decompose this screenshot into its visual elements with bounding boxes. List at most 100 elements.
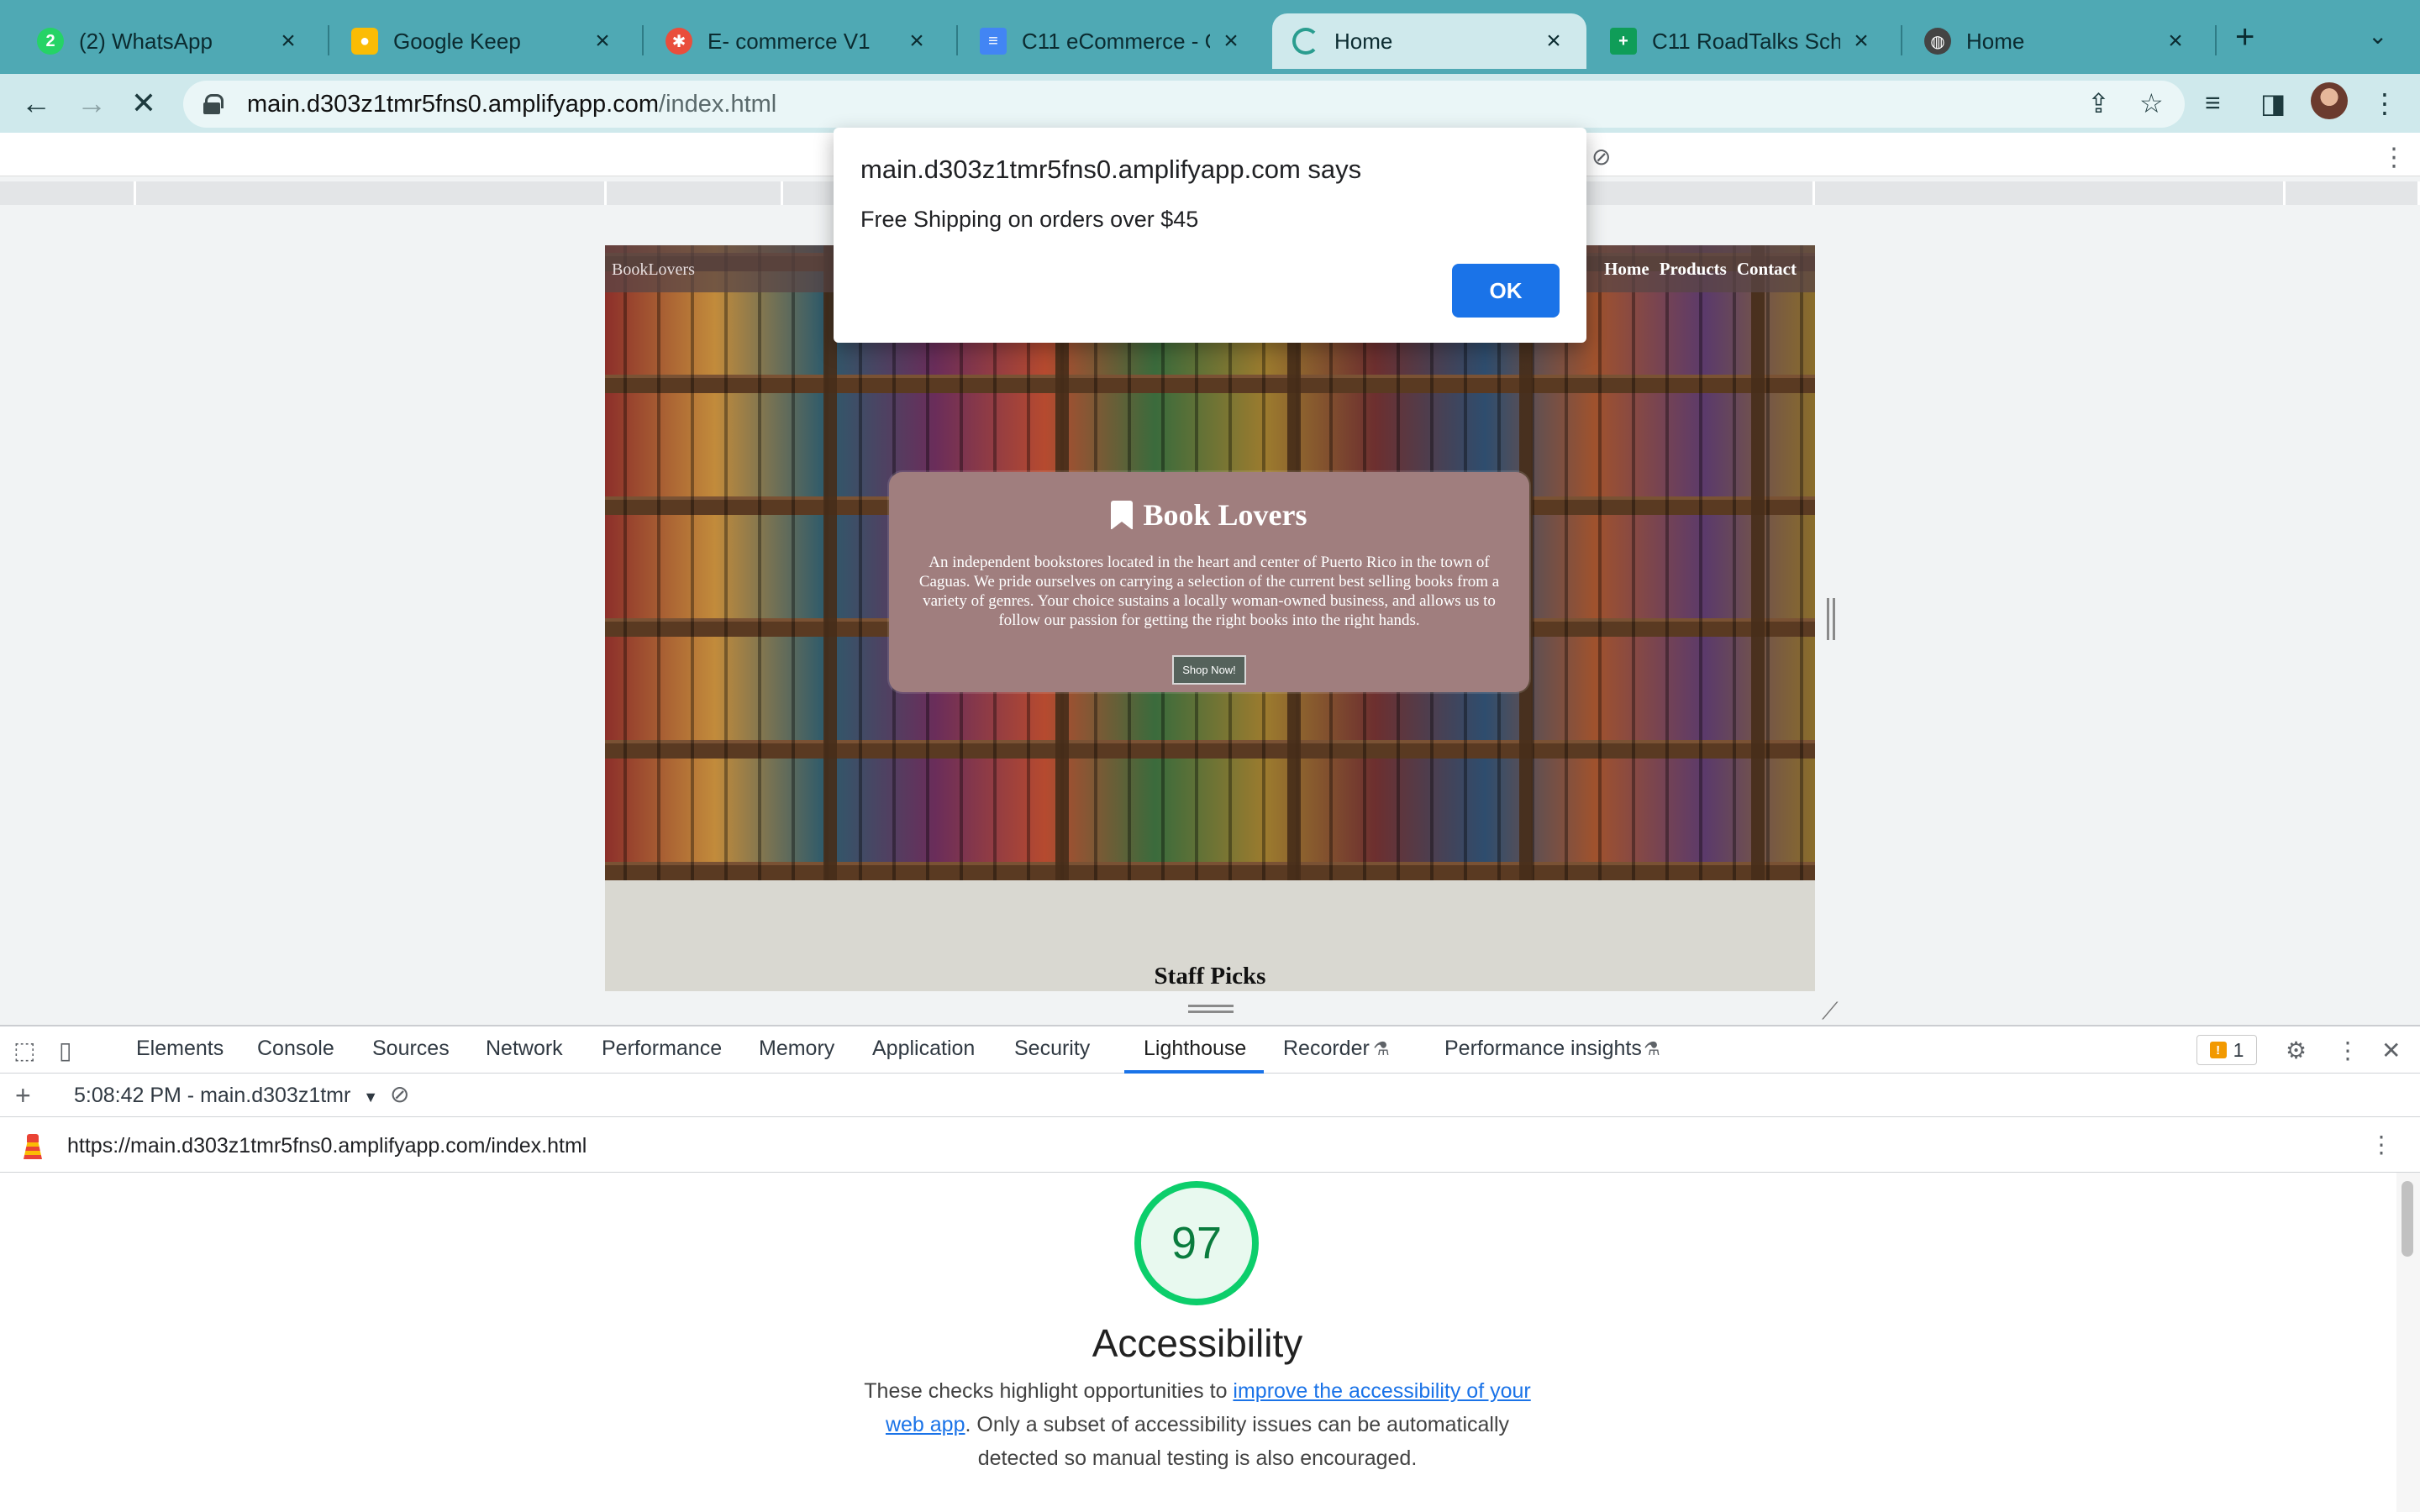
tab-application[interactable]: Application: [872, 1037, 975, 1061]
viewport-width-resize-handle[interactable]: [1827, 598, 1835, 640]
experiment-flask-icon: ⚗: [1644, 1038, 1660, 1059]
nav-contact-link[interactable]: Contact: [1737, 259, 1797, 280]
tab-whatsapp[interactable]: 2 (2) WhatsApp ×: [17, 13, 321, 69]
tab-security[interactable]: Security: [1014, 1037, 1090, 1061]
close-devtools-icon[interactable]: ✕: [2381, 1037, 2401, 1064]
tab-title: E- commerce V1: [708, 28, 871, 54]
category-description: These checks highlight opportunities to …: [857, 1374, 1538, 1475]
close-tab-icon[interactable]: ×: [1541, 27, 1566, 55]
rotate-icon[interactable]: ⊘: [1591, 143, 1611, 171]
globe-icon: ◍: [1924, 28, 1951, 55]
bookmark-star-icon[interactable]: ☆: [2139, 87, 2164, 119]
url-path: /index.html: [659, 90, 777, 118]
tab-home-active[interactable]: Home ×: [1272, 13, 1586, 69]
tab-title: Home: [1334, 28, 1393, 54]
tab-lighthouse[interactable]: Lighthouse: [1144, 1037, 1246, 1061]
hero-heading: Book Lovers: [889, 497, 1529, 533]
back-arrow-icon[interactable]: ←: [17, 84, 55, 123]
settings-gear-icon[interactable]: ⚙: [2286, 1037, 2307, 1064]
tab-performance[interactable]: Performance: [602, 1037, 722, 1061]
tab-title: Google Keep: [393, 28, 521, 54]
nav-products-link[interactable]: Products: [1660, 259, 1727, 280]
report-selector[interactable]: 5:08:42 PM - main.d303z1tmr ▼: [74, 1084, 378, 1108]
share-icon[interactable]: ⇪: [2087, 87, 2110, 119]
issues-badge[interactable]: ! 1: [2196, 1035, 2257, 1065]
media-query-segment[interactable]: [2286, 181, 2420, 205]
lighthouse-report: 97 Accessibility These checks highlight …: [0, 1173, 2395, 1512]
device-toolbar-icon[interactable]: ▯: [59, 1037, 71, 1064]
tab-recorder[interactable]: Recorder: [1283, 1037, 1370, 1061]
tab-google-keep[interactable]: ● Google Keep ×: [331, 13, 635, 69]
tab-sources[interactable]: Sources: [372, 1037, 450, 1061]
sheets-icon: +: [1610, 28, 1637, 55]
tab-memory[interactable]: Memory: [759, 1037, 834, 1061]
tab-home[interactable]: ◍ Home ×: [1904, 13, 2208, 69]
tab-ecommerce[interactable]: ✱ E- commerce V1 ×: [645, 13, 950, 69]
new-report-plus-icon[interactable]: +: [15, 1080, 31, 1111]
close-tab-icon[interactable]: ×: [590, 27, 615, 55]
dropdown-triangle-icon: ▼: [363, 1089, 379, 1105]
report-scrollbar[interactable]: [2396, 1173, 2420, 1512]
clear-reports-icon[interactable]: ⊘: [390, 1080, 409, 1108]
tab-elements[interactable]: Elements: [136, 1037, 224, 1061]
alert-dialog: main.d303z1tmr5fns0.amplifyapp.com says …: [834, 128, 1586, 343]
staff-picks-heading: Staff Picks: [1154, 963, 1266, 990]
media-query-segment[interactable]: [1815, 181, 2286, 205]
tab-title: C11 RoadTalks Schedu: [1652, 28, 1840, 54]
bookstore-site: BookLovers Home Products Contact Book Lo…: [605, 245, 1815, 991]
media-query-segment[interactable]: [1637, 181, 1815, 205]
close-tab-icon[interactable]: ×: [276, 27, 301, 55]
experiment-flask-icon: ⚗: [1373, 1038, 1390, 1059]
tab-roadtalks-sheet[interactable]: + C11 RoadTalks Schedu ×: [1590, 13, 1894, 69]
viewport-corner-resize-icon[interactable]: ⟋: [1822, 998, 1839, 1026]
tab-title: C11 eCommerce - Goo: [1022, 28, 1210, 54]
browser-menu-icon[interactable]: ⋮: [2371, 87, 2398, 119]
hero-card: Book Lovers An independent bookstores lo…: [889, 472, 1529, 692]
report-selector-label: 5:08:42 PM - main.d303z1tmr: [74, 1084, 351, 1107]
stop-loading-icon[interactable]: ✕: [124, 84, 163, 123]
devtools-menu-icon[interactable]: ⋮: [2336, 1037, 2360, 1064]
profile-avatar[interactable]: [2311, 82, 2348, 119]
viewport-height-resize-handle[interactable]: [1188, 1005, 1234, 1013]
devtools-panel: ⬚ ▯ Elements Console Sources Network Per…: [0, 1025, 2420, 1512]
report-url-row: https://main.d303z1tmr5fns0.amplifyapp.c…: [0, 1117, 2420, 1173]
close-tab-icon[interactable]: ×: [1849, 27, 1874, 55]
side-panel-icon[interactable]: ◨: [2260, 87, 2286, 119]
media-query-segment[interactable]: [0, 181, 136, 205]
loading-icon: [1292, 28, 1319, 55]
media-query-segment[interactable]: [136, 181, 607, 205]
tab-title: Home: [1966, 28, 2025, 54]
shop-now-button[interactable]: Shop Now!: [1172, 655, 1246, 685]
media-query-segment[interactable]: [607, 181, 783, 205]
close-tab-icon[interactable]: ×: [904, 27, 929, 55]
tab-console[interactable]: Console: [257, 1037, 334, 1061]
nav-home-link[interactable]: Home: [1604, 259, 1649, 280]
tab-search-chevron-icon[interactable]: ⌄: [2368, 22, 2387, 50]
lighthouse-logo-icon: [24, 1134, 42, 1159]
tab-separator: [642, 25, 644, 55]
site-nav-links: Home Products Contact: [1604, 259, 1797, 280]
site-logo[interactable]: BookLovers: [612, 260, 695, 280]
ok-button[interactable]: OK: [1452, 264, 1560, 318]
devtools-tab-bar: ⬚ ▯ Elements Console Sources Network Per…: [0, 1026, 2420, 1074]
new-tab-icon[interactable]: +: [2235, 18, 2254, 56]
device-menu-icon[interactable]: ⋮: [2381, 143, 2407, 172]
media-controls-icon[interactable]: ≡: [2205, 87, 2221, 118]
docs-icon: ≡: [980, 28, 1007, 55]
inspect-element-icon[interactable]: ⬚: [13, 1037, 35, 1064]
close-tab-icon[interactable]: ×: [1218, 27, 1244, 55]
accessibility-score-gauge[interactable]: 97: [1134, 1181, 1259, 1305]
tab-c11-ecommerce-doc[interactable]: ≡ C11 eCommerce - Goo ×: [960, 13, 1264, 69]
lock-icon[interactable]: [203, 94, 224, 114]
report-url[interactable]: https://main.d303z1tmr5fns0.amplifyapp.c…: [67, 1134, 587, 1158]
report-menu-icon[interactable]: ⋮: [2370, 1131, 2393, 1158]
tab-network[interactable]: Network: [486, 1037, 563, 1061]
bookmark-icon: [1111, 501, 1134, 530]
dialog-message: Free Shipping on orders over $45: [860, 207, 1199, 232]
scrollbar-thumb[interactable]: [2402, 1181, 2413, 1257]
dialog-origin: main.d303z1tmr5fns0.amplifyapp.com says: [860, 155, 1362, 184]
close-tab-icon[interactable]: ×: [2163, 27, 2188, 55]
forward-arrow-icon[interactable]: →: [72, 84, 111, 123]
tab-performance-insights[interactable]: Performance insights: [1444, 1037, 1642, 1061]
address-bar[interactable]: main.d303z1tmr5fns0.amplifyapp.com/index…: [183, 81, 2185, 128]
